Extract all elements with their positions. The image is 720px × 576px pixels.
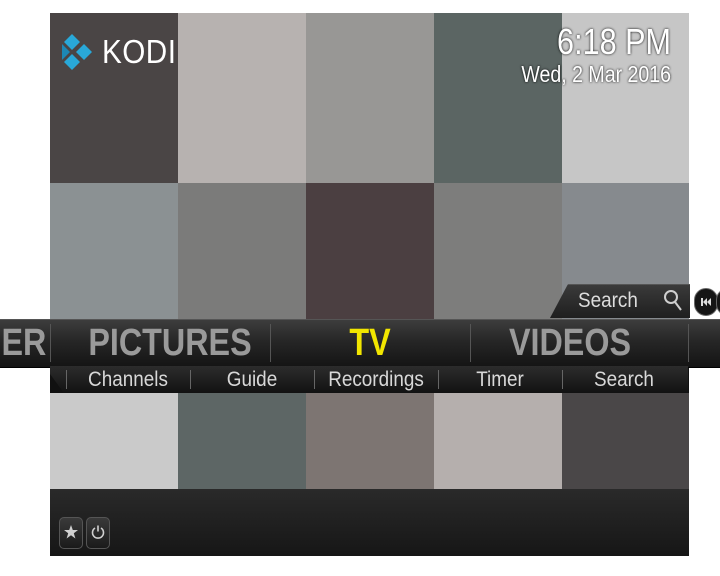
favourites-button[interactable] (59, 517, 83, 549)
clock-date: Wed, 2 Mar 2016 (521, 61, 671, 87)
kodi-logo-icon (62, 34, 92, 70)
background-tile (178, 13, 306, 183)
submenu-separator (438, 370, 439, 389)
menu-separator (470, 324, 471, 362)
kodi-logo: KODI (60, 30, 185, 74)
kodi-logo-text: KODI (102, 33, 177, 70)
submenu-separator (190, 370, 191, 389)
submenu-item-search[interactable]: Search (568, 366, 680, 393)
background-tile (434, 183, 562, 319)
sub-menu: Channels Guide Recordings Timer Search (50, 366, 688, 393)
background-tile (178, 183, 306, 319)
background-tile (50, 183, 178, 319)
menu-separator (270, 324, 271, 362)
background-tile (178, 393, 306, 489)
power-icon (91, 525, 105, 539)
submenu-separator (562, 370, 563, 389)
power-button[interactable] (86, 517, 110, 549)
menu-separator (688, 324, 689, 362)
skip-back-icon (701, 298, 711, 306)
submenu-item-channels[interactable]: Channels (72, 366, 184, 393)
submenu-item-recordings[interactable]: Recordings (320, 366, 432, 393)
search-tab[interactable]: Search (550, 284, 690, 318)
submenu-separator (314, 370, 315, 389)
search-tab-label: Search (578, 289, 638, 312)
menu-separator (50, 324, 51, 362)
submenu-item-guide[interactable]: Guide (196, 366, 308, 393)
clock-time: 6:18 PM (557, 21, 671, 62)
submenu-item-timer[interactable]: Timer (444, 366, 556, 393)
submenu-separator (66, 370, 67, 389)
clock: 6:18 PM Wed, 2 Mar 2016 (495, 21, 671, 88)
bottom-bar (50, 489, 689, 556)
background-tile (306, 183, 434, 319)
background-tile (50, 393, 178, 489)
main-menu-item-pictures[interactable]: PICTURES (85, 320, 255, 367)
skip-back-button[interactable] (694, 288, 718, 316)
main-menu: IER PICTURES TV VIDEOS (0, 319, 720, 368)
main-menu-item-partial[interactable]: IER (0, 320, 46, 367)
main-menu-item-tv[interactable]: TV (285, 320, 455, 367)
background-tile (562, 393, 689, 489)
background-tile (306, 13, 434, 183)
next-mini-button[interactable] (716, 288, 720, 316)
favourites-star-icon (64, 525, 78, 539)
background-tile (306, 393, 434, 489)
background-tile (434, 393, 562, 489)
main-menu-item-videos[interactable]: VIDEOS (485, 320, 655, 367)
search-icon (664, 290, 682, 311)
